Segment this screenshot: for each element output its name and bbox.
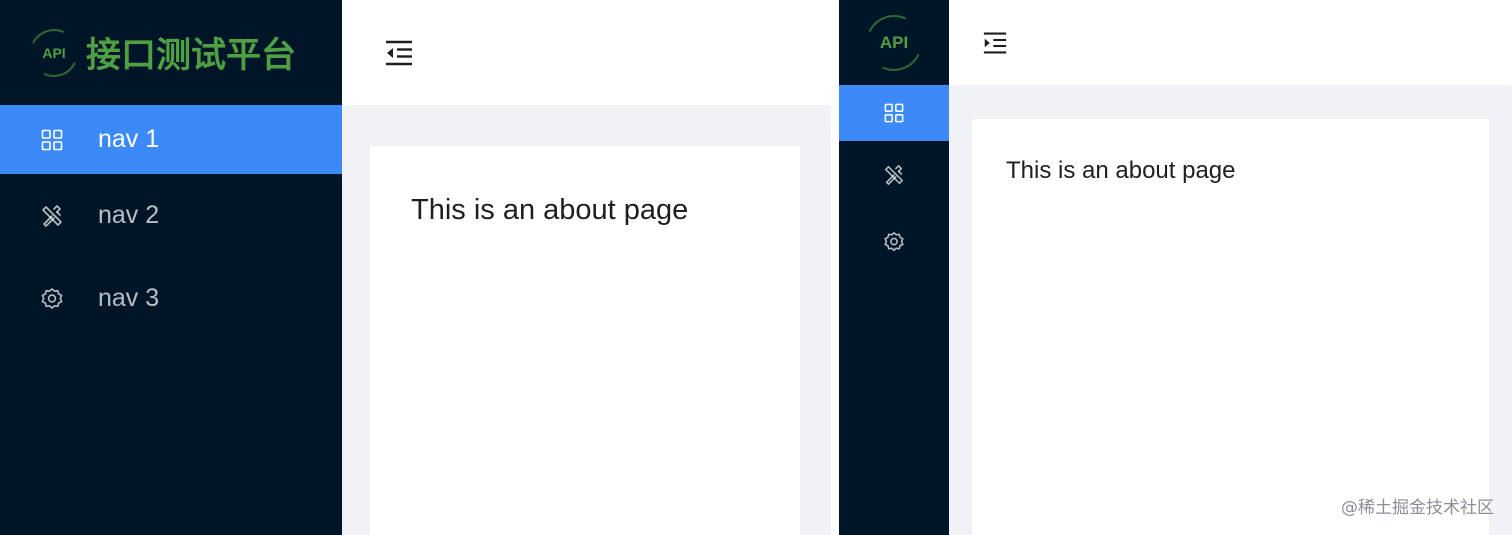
- tools-icon: [40, 204, 64, 228]
- api-logo-icon: API: [866, 15, 922, 71]
- watermark: @稀土掘金技术社区: [1341, 498, 1494, 518]
- sidebar-item-label: nav 3: [98, 284, 160, 312]
- menu-fold-icon[interactable]: [384, 39, 414, 67]
- menu-unfold-icon[interactable]: [982, 31, 1008, 55]
- sidebar-menu: nav 1 nav 2 nav 3: [0, 105, 342, 340]
- expanded-layout: API 接口测试平台 nav 1 nav 2 nav 3 This is an …: [0, 0, 831, 535]
- sidebar: API: [839, 0, 949, 535]
- appstore-icon: [40, 128, 64, 152]
- header: [949, 0, 1512, 85]
- collapsed-layout: API This is an about page: [839, 0, 1512, 535]
- sidebar-item-nav-2[interactable]: nav 2: [0, 174, 342, 257]
- content-area: This is an about page: [342, 105, 831, 535]
- logo-title: 接口测试平台: [86, 36, 297, 76]
- sidebar-item-nav-1[interactable]: nav 1: [0, 105, 342, 174]
- page-text: This is an about page: [411, 194, 689, 226]
- content-area: This is an about page: [949, 85, 1512, 535]
- sidebar-item-label: nav 1: [98, 125, 160, 153]
- page-text: This is an about page: [1006, 157, 1236, 184]
- screenshot-divider: [831, 0, 839, 535]
- setting-icon: [40, 287, 64, 311]
- sidebar-item-nav-3[interactable]: nav 3: [0, 257, 342, 340]
- header: [342, 0, 831, 105]
- sidebar-item-nav-2[interactable]: [839, 141, 949, 208]
- appstore-icon: [882, 101, 906, 125]
- tools-icon: [882, 163, 906, 187]
- logo[interactable]: API: [839, 0, 949, 85]
- sidebar: API 接口测试平台 nav 1 nav 2 nav 3: [0, 0, 342, 535]
- sidebar-menu: [839, 85, 949, 275]
- logo[interactable]: API 接口测试平台: [0, 0, 342, 105]
- api-logo-icon: API: [30, 29, 78, 77]
- content-card: This is an about page: [370, 146, 800, 535]
- sidebar-item-nav-1[interactable]: [839, 85, 949, 141]
- setting-icon: [882, 230, 906, 254]
- content-card: This is an about page: [972, 119, 1489, 535]
- sidebar-item-nav-3[interactable]: [839, 208, 949, 275]
- sidebar-item-label: nav 2: [98, 201, 160, 229]
